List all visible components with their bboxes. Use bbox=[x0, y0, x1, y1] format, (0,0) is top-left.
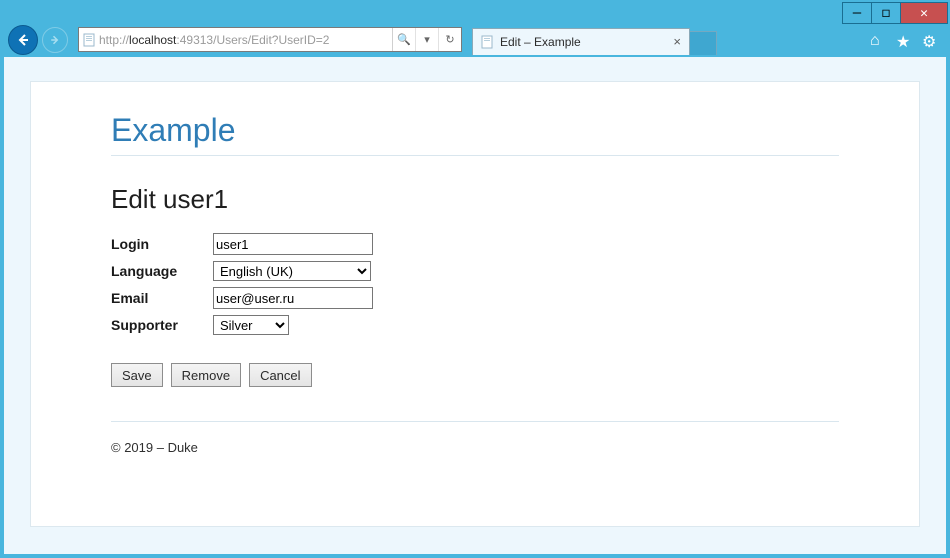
forward-arrow-icon bbox=[49, 34, 61, 46]
browser-client-area: Example Edit user1 Login Language Englis… bbox=[4, 57, 946, 554]
address-bar-buttons: 🔍 ▾ ↻ bbox=[392, 28, 461, 51]
back-button[interactable] bbox=[8, 25, 38, 55]
tab-active[interactable]: Edit – Example × bbox=[472, 28, 690, 55]
row-language: Language English (UK) bbox=[111, 261, 839, 281]
row-login: Login bbox=[111, 233, 839, 255]
button-row: Save Remove Cancel bbox=[111, 363, 839, 422]
page-icon bbox=[79, 33, 99, 47]
close-button[interactable]: ✕ bbox=[900, 3, 947, 23]
input-email[interactable] bbox=[213, 287, 373, 309]
new-tab-button[interactable] bbox=[690, 31, 717, 55]
page-footer: © 2019 – Duke bbox=[111, 440, 839, 455]
search-icon[interactable]: 🔍 bbox=[393, 28, 415, 51]
row-supporter: Supporter Silver bbox=[111, 315, 839, 335]
window: — ◻ ✕ http://localhost:49313/Users/Edit?… bbox=[0, 0, 950, 558]
label-email: Email bbox=[111, 290, 213, 306]
tools-icon[interactable]: ⚙ bbox=[922, 32, 938, 48]
cancel-button[interactable]: Cancel bbox=[249, 363, 311, 387]
select-language[interactable]: English (UK) bbox=[213, 261, 371, 281]
input-login[interactable] bbox=[213, 233, 373, 255]
label-login: Login bbox=[111, 236, 213, 252]
address-text: http://localhost:49313/Users/Edit?UserID… bbox=[99, 33, 392, 47]
titlebar: — ◻ ✕ bbox=[2, 2, 948, 24]
remove-button[interactable]: Remove bbox=[171, 363, 241, 387]
tab-close-icon[interactable]: × bbox=[671, 34, 683, 49]
forward-button[interactable] bbox=[42, 27, 68, 53]
favorites-icon[interactable]: ★ bbox=[896, 32, 912, 48]
label-language: Language bbox=[111, 263, 213, 279]
tab-strip: Edit – Example × bbox=[472, 28, 717, 55]
page-title: Edit user1 bbox=[111, 184, 839, 215]
row-email: Email bbox=[111, 287, 839, 309]
tab-favicon bbox=[479, 34, 495, 50]
label-supporter: Supporter bbox=[111, 317, 213, 333]
address-bar[interactable]: http://localhost:49313/Users/Edit?UserID… bbox=[78, 27, 462, 52]
url-dropdown-icon[interactable]: ▾ bbox=[415, 28, 438, 51]
browser-right-icons: ⌂ ★ ⚙ bbox=[870, 32, 942, 48]
page-body: Example Edit user1 Login Language Englis… bbox=[30, 81, 920, 527]
maximize-button[interactable]: ◻ bbox=[871, 3, 900, 23]
page-brand: Example bbox=[111, 112, 839, 156]
url-scheme: http:// bbox=[99, 33, 129, 47]
browser-toolbar: http://localhost:49313/Users/Edit?UserID… bbox=[2, 24, 948, 55]
url-path: :49313/Users/Edit?UserID=2 bbox=[176, 33, 329, 47]
window-controls: — ◻ ✕ bbox=[842, 2, 948, 24]
url-host: localhost bbox=[129, 33, 176, 47]
tab-title: Edit – Example bbox=[500, 35, 671, 49]
select-supporter[interactable]: Silver bbox=[213, 315, 289, 335]
back-arrow-icon bbox=[15, 32, 31, 48]
minimize-button[interactable]: — bbox=[843, 3, 871, 23]
save-button[interactable]: Save bbox=[111, 363, 163, 387]
refresh-icon[interactable]: ↻ bbox=[438, 28, 461, 51]
home-icon[interactable]: ⌂ bbox=[870, 32, 886, 48]
